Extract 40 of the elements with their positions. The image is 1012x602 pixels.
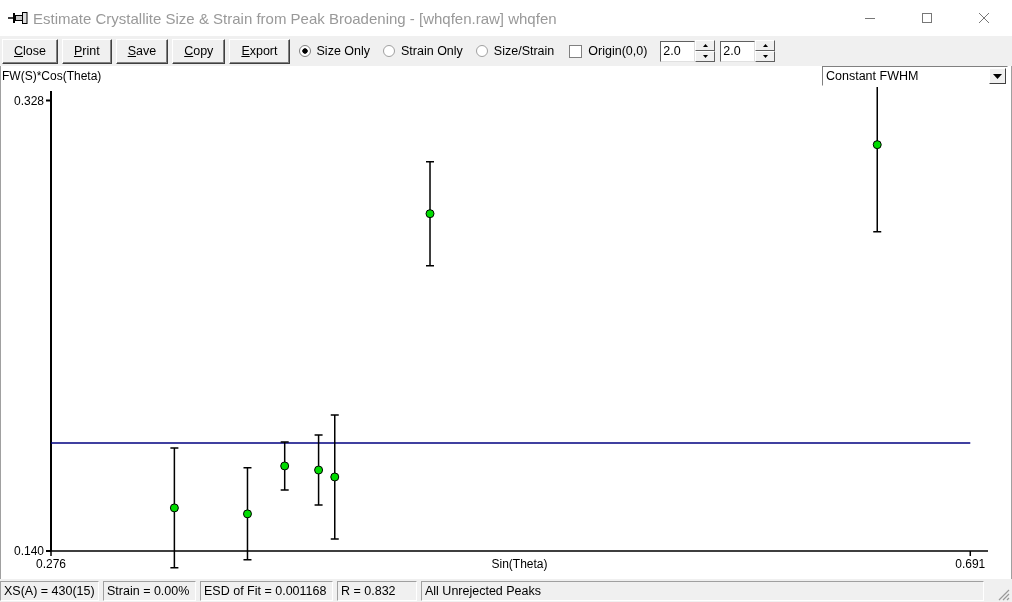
status-panel: All Unrejected Peaks <box>421 580 984 601</box>
error-bar <box>313 434 324 506</box>
checkbox-option[interactable]: Origin(0,0) <box>569 44 648 58</box>
tick-label: 0.691 <box>955 557 986 571</box>
dropdown-field[interactable]: Constant FWHM <box>822 66 1008 86</box>
dropdown-button[interactable] <box>989 68 1006 84</box>
number-field[interactable]: 2.0 <box>720 40 756 62</box>
status-panel: ESD of Fit = 0.001168 <box>200 580 333 601</box>
caret-up-icon <box>762 44 768 47</box>
caret-down-icon <box>702 55 708 58</box>
close-icon <box>978 13 989 23</box>
error-bar <box>279 441 290 491</box>
maximize-icon <box>921 13 932 23</box>
pushpin-icon <box>8 11 28 25</box>
status-panel: XS(A) = 430(15) <box>0 580 99 601</box>
number-field[interactable]: 2.0 <box>660 40 696 62</box>
spin-down-button[interactable] <box>755 51 776 62</box>
axis-title: Sin(Theta) <box>491 557 548 571</box>
status-panel: R = 0.832 <box>337 580 417 601</box>
toolbar-button[interactable]: Print <box>61 38 112 64</box>
axis-title: FW(S)*Cos(Theta) <box>2 69 102 83</box>
tick-label: 0.276 <box>36 557 66 571</box>
radio-option[interactable]: Size Only <box>298 44 370 58</box>
radio-option[interactable]: Strain Only <box>383 44 463 58</box>
toolbar-button[interactable]: Close <box>2 38 58 64</box>
caret-down-icon <box>993 73 1002 79</box>
caret-up-icon <box>702 44 708 47</box>
tick-label: 0.140 <box>13 544 44 558</box>
resize-grip-icon <box>998 588 1010 601</box>
toolbar-button[interactable]: Copy <box>172 38 226 64</box>
caret-down-icon <box>762 55 768 58</box>
tick-label: 0.328 <box>13 93 44 108</box>
window-title: Estimate Crystallite Size & Strain from Peak Broadening - [whqfen.raw] whqfen <box>33 9 558 27</box>
status-panel: Strain = 0.00% <box>103 580 196 601</box>
radio-option[interactable]: Size/Strain <box>475 44 555 58</box>
spin-up-button[interactable] <box>695 40 716 51</box>
toolbar-button[interactable]: Save <box>115 38 169 64</box>
spin-up-button[interactable] <box>755 40 776 51</box>
spin-down-button[interactable] <box>695 51 716 62</box>
toolbar-button[interactable]: Export <box>229 38 290 64</box>
